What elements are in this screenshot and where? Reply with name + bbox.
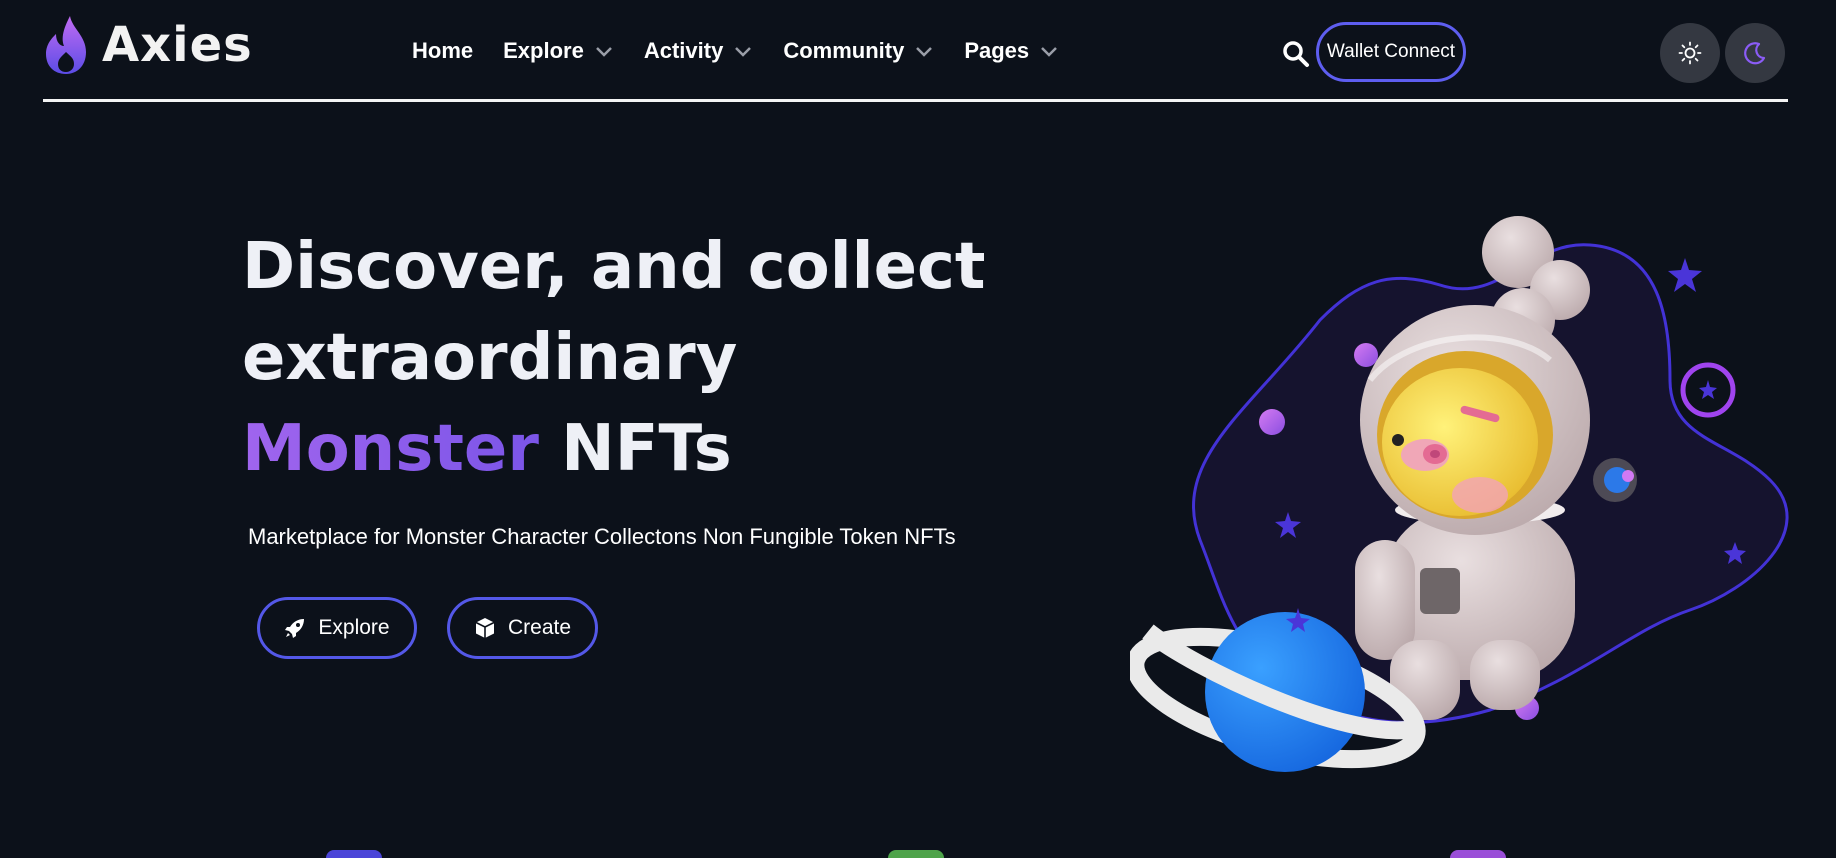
nav-item-home[interactable]: Home — [412, 38, 473, 64]
section-peek-blue — [326, 850, 382, 858]
chevron-down-icon — [916, 47, 933, 57]
nav-item-community[interactable]: Community — [783, 38, 934, 64]
search-icon[interactable] — [1282, 40, 1310, 68]
nav-item-label: Pages — [964, 38, 1030, 63]
chevron-down-icon — [1041, 47, 1058, 57]
hero-subtitle: Marketplace for Monster Character Collec… — [248, 524, 956, 549]
create-button[interactable]: Create — [447, 597, 598, 659]
flame-icon — [46, 16, 86, 74]
chevron-down-icon — [735, 47, 752, 57]
nav-item-label: Explore — [503, 38, 584, 63]
site-header: Axies Home Explore Activity Community Pa… — [0, 0, 1836, 102]
astronaut-monster-illustration — [1130, 216, 1789, 772]
nav-item-pages[interactable]: Pages — [964, 38, 1059, 64]
nav-item-activity[interactable]: Activity — [644, 38, 753, 64]
wallet-connect-button[interactable]: Wallet Connect — [1316, 22, 1466, 82]
dark-theme-button[interactable] — [1725, 23, 1785, 83]
explore-button[interactable]: Explore — [257, 597, 417, 659]
chevron-down-icon — [595, 47, 612, 57]
nav-item-label: Community — [783, 38, 905, 63]
hero-title-line2: extraordinary — [242, 321, 738, 395]
section-peek-purple — [1450, 850, 1506, 858]
nav-item-label: Home — [412, 38, 474, 63]
hero-title-accent: Monster — [242, 412, 539, 486]
nav-item-explore[interactable]: Explore — [503, 38, 614, 64]
explore-button-label: Explore — [318, 616, 390, 639]
brand-name: Axies — [102, 17, 253, 73]
hero-title-end: NFTs — [561, 412, 732, 486]
hero-title-line1: Discover, and collect — [242, 230, 986, 304]
main-nav: Home Explore Activity Community Pages — [412, 38, 1089, 64]
light-theme-button[interactable] — [1660, 23, 1720, 83]
brand-logo[interactable]: Axies — [42, 14, 253, 76]
sun-icon — [1678, 41, 1702, 65]
section-peek-green — [888, 850, 944, 858]
header-divider — [43, 99, 1788, 102]
rocket-icon — [285, 619, 305, 638]
create-button-label: Create — [507, 616, 572, 639]
nav-item-label: Activity — [643, 38, 724, 63]
moon-icon — [1744, 42, 1766, 65]
cube-icon — [475, 618, 495, 638]
hero-title: Discover, and collect extraordinary Mons… — [242, 222, 986, 495]
